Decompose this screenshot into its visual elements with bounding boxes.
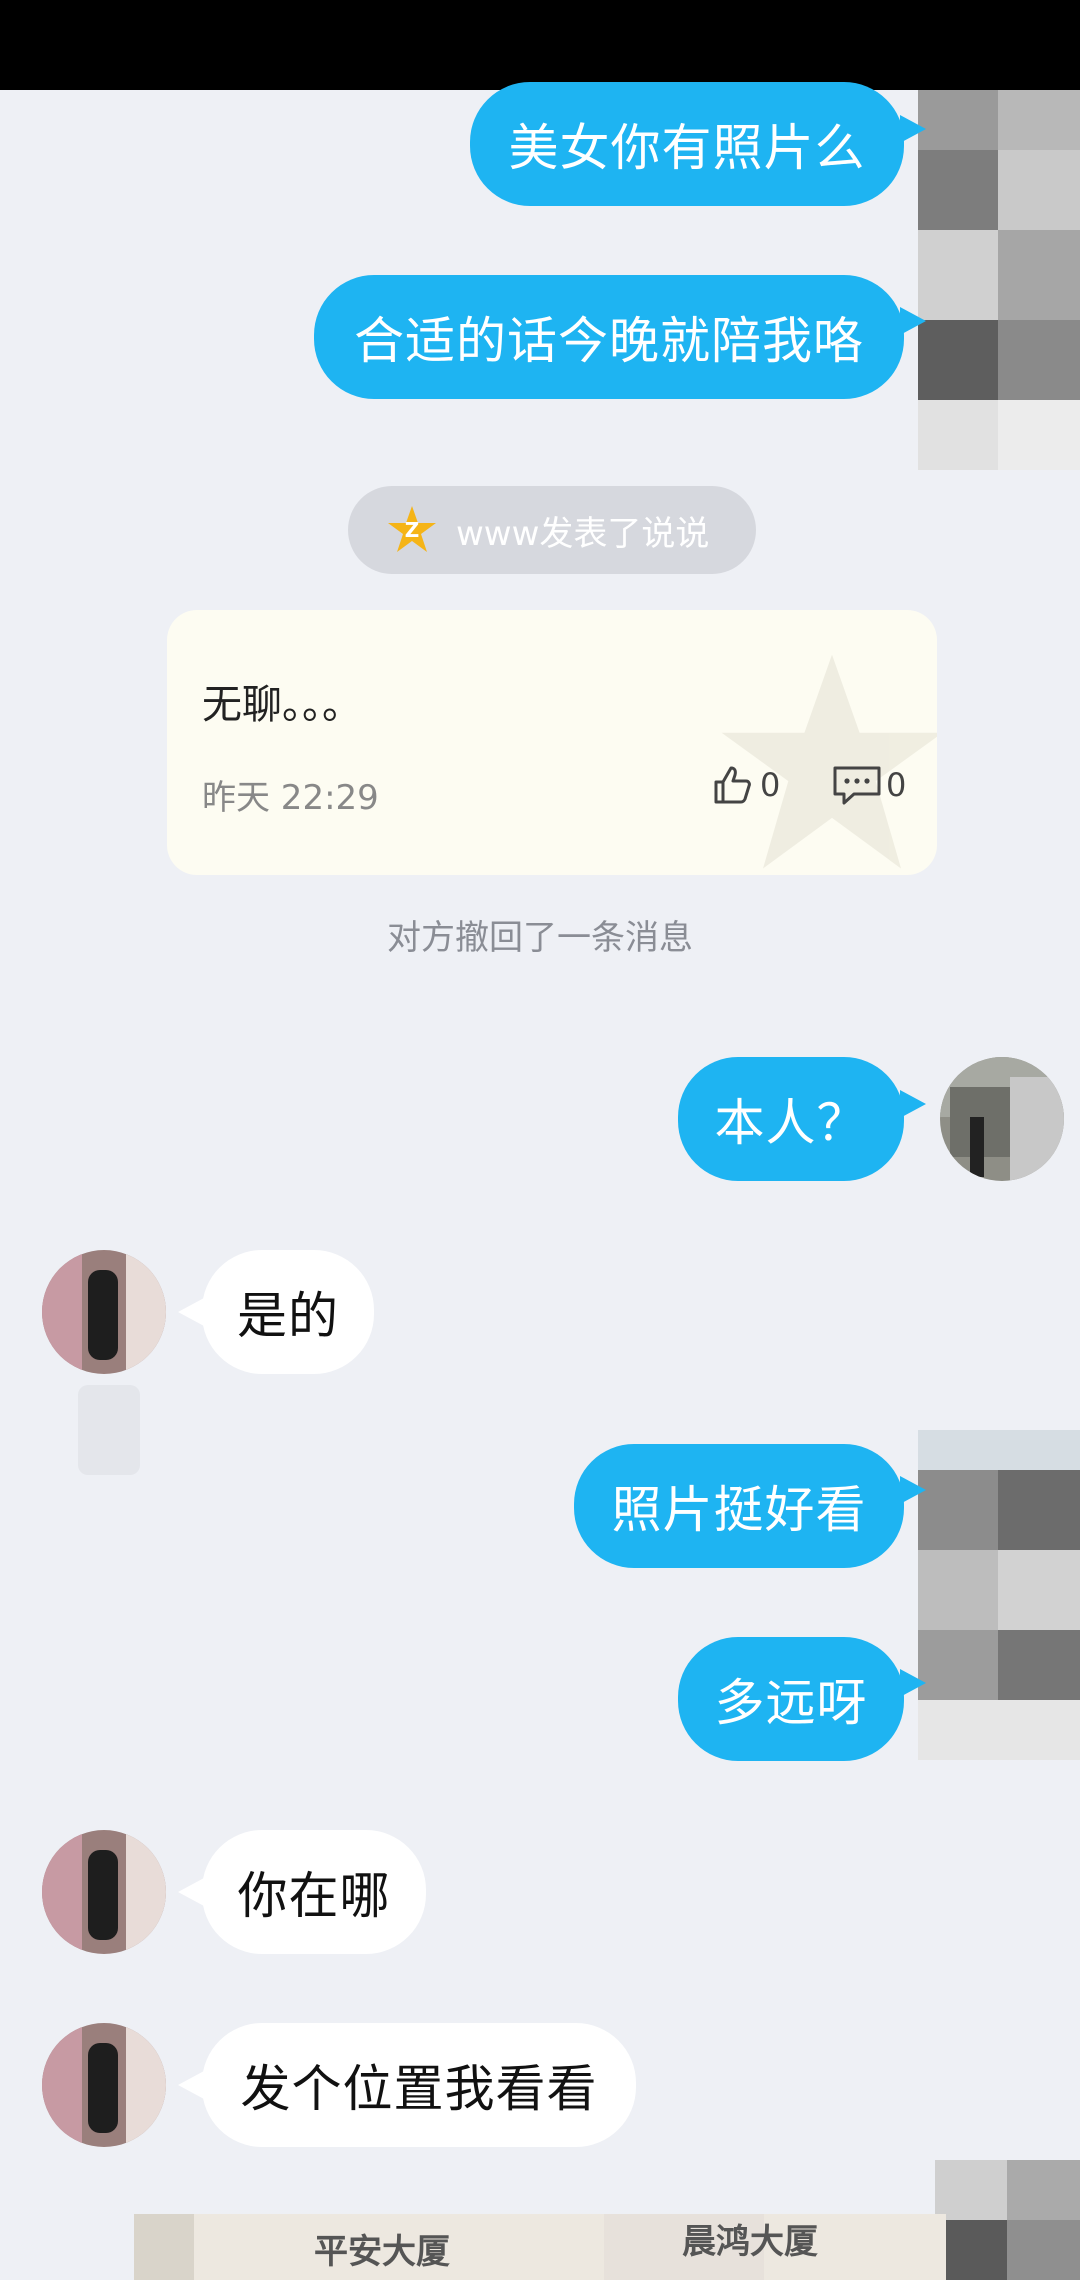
- status-bar: [0, 0, 1080, 90]
- shuoshuo-notice-text: www发表了说说: [456, 513, 710, 554]
- outgoing-message[interactable]: 美女你有照片么: [470, 82, 904, 206]
- shuoshuo-time: 昨天 22:29: [202, 778, 379, 818]
- incoming-message[interactable]: 你在哪: [202, 1830, 426, 1954]
- bubble-tail: [900, 1090, 926, 1118]
- bubble-tail: [178, 2071, 204, 2099]
- comment-icon: [833, 766, 881, 805]
- message-text: 本人？: [714, 1094, 868, 1152]
- contact-avatar[interactable]: [42, 2023, 166, 2147]
- outgoing-message[interactable]: 合适的话今晚就陪我咯: [314, 275, 904, 399]
- recall-notice: 对方撤回了一条消息: [387, 918, 693, 958]
- blurred-name-tag: [78, 1385, 140, 1475]
- bubble-tail: [900, 115, 926, 143]
- like-count: 0: [760, 766, 781, 804]
- map-label: 晨鸿大厦: [682, 2222, 818, 2262]
- contact-avatar[interactable]: [42, 1250, 166, 1374]
- shuoshuo-notice[interactable]: Z www发表了说说: [348, 486, 756, 574]
- message-text: 合适的话今晚就陪我咯: [354, 312, 864, 370]
- bubble-tail: [900, 1476, 926, 1504]
- comment-button[interactable]: 0: [832, 764, 906, 806]
- message-text: 你在哪: [237, 1867, 391, 1925]
- comment-count: 0: [886, 766, 907, 804]
- incoming-message[interactable]: 发个位置我看看: [202, 2023, 636, 2147]
- qzone-watermark-icon: [721, 654, 937, 869]
- self-avatar-blurred[interactable]: [918, 90, 1080, 470]
- bubble-tail: [178, 1878, 204, 1906]
- shuoshuo-text: 无聊。。。: [202, 682, 362, 728]
- bubble-tail: [178, 1298, 204, 1326]
- outgoing-message[interactable]: 多远呀: [678, 1637, 904, 1761]
- self-avatar[interactable]: [940, 1057, 1064, 1181]
- bubble-tail: [900, 1669, 926, 1697]
- contact-avatar[interactable]: [42, 1830, 166, 1954]
- message-text: 是的: [237, 1287, 339, 1345]
- svg-text:Z: Z: [405, 518, 420, 542]
- message-text: 多远呀: [714, 1674, 868, 1732]
- outgoing-message[interactable]: 本人？: [678, 1057, 904, 1181]
- self-avatar-blurred[interactable]: [935, 2160, 1080, 2280]
- incoming-message[interactable]: 是的: [202, 1250, 374, 1374]
- thumbs-up-icon: [714, 766, 751, 804]
- message-text: 美女你有照片么: [508, 119, 866, 177]
- message-text: 发个位置我看看: [240, 2060, 598, 2118]
- like-button[interactable]: 0: [712, 764, 780, 806]
- message-text: 照片挺好看: [611, 1481, 867, 1539]
- self-avatar-blurred[interactable]: [918, 1430, 1080, 1760]
- location-map-preview[interactable]: 平安大厦 晨鸿大厦: [134, 2214, 946, 2280]
- map-label: 平安大厦: [314, 2232, 450, 2272]
- bubble-tail: [900, 307, 926, 335]
- qzone-star-icon: Z: [388, 506, 436, 552]
- shuoshuo-card[interactable]: 无聊。。。 昨天 22:29 0 0: [167, 610, 937, 875]
- outgoing-message[interactable]: 照片挺好看: [574, 1444, 904, 1568]
